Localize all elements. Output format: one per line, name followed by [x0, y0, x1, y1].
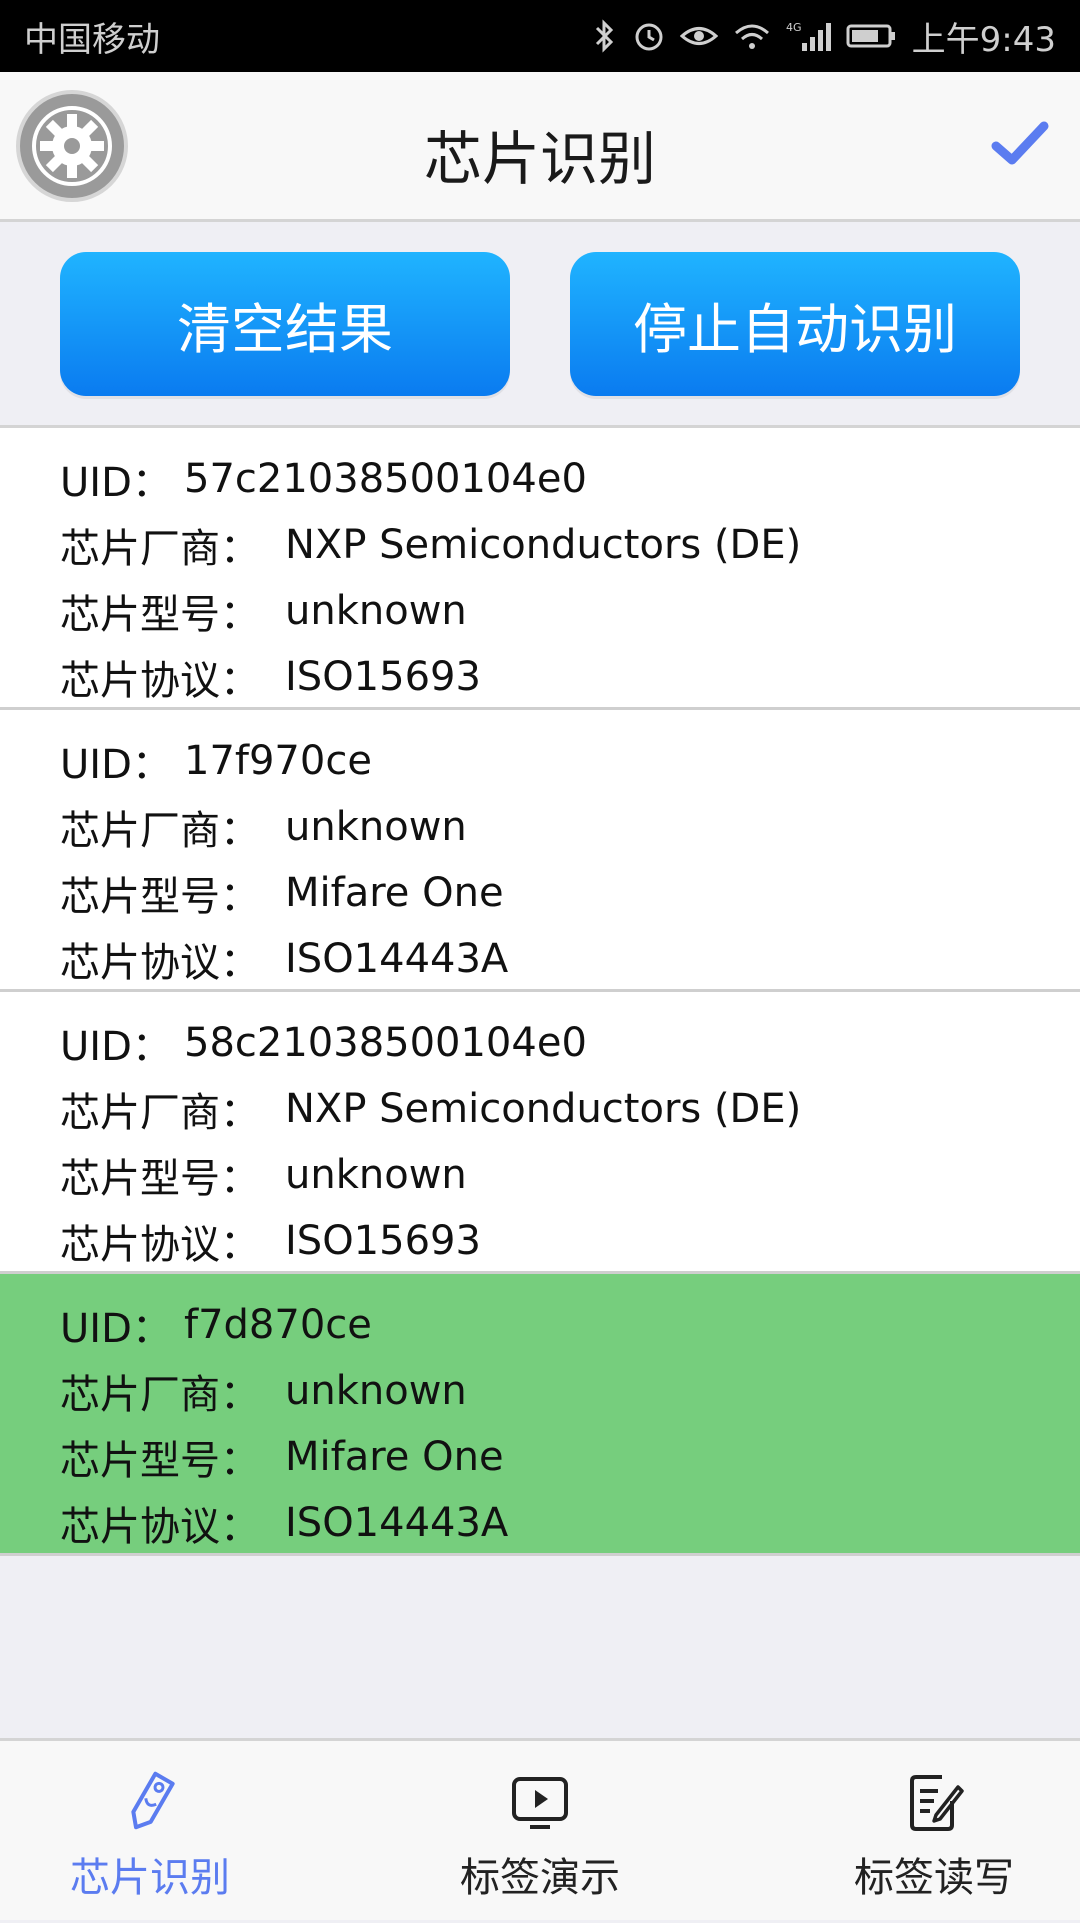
vendor-value: unknown: [285, 1368, 467, 1414]
svg-text:4G: 4G: [786, 21, 802, 34]
uid-label: UID：: [60, 1306, 172, 1352]
clear-results-button[interactable]: 清空结果: [60, 252, 510, 396]
list-item[interactable]: UID： 17f970ce 芯片厂商： unknown 芯片型号： Mifare On…: [0, 710, 1080, 992]
edit-document-icon: [910, 1775, 964, 1831]
uid-label: UID：: [60, 460, 172, 506]
page-title: 芯片识别: [423, 125, 656, 193]
bottom-nav: 芯片识别 标签演示 标签读写: [0, 1738, 1080, 1920]
protocol-label: 芯片协议：: [60, 1222, 260, 1268]
clock-text: 上午9:43: [911, 19, 1056, 60]
carrier-text: 中国移动: [24, 19, 160, 60]
protocol-value: ISO14443A: [285, 1500, 509, 1546]
wifi-icon: [732, 19, 772, 53]
signal-icon: 4G: [786, 19, 832, 53]
eye-icon: [679, 19, 718, 53]
tab-label: 标签读写: [854, 1855, 1014, 1901]
play-screen-icon: [512, 1777, 568, 1829]
battery-icon: [846, 19, 898, 53]
vendor-label: 芯片厂商：: [60, 1090, 260, 1136]
status-icons: 4G 上午9:43: [592, 12, 1056, 61]
model-label: 芯片型号：: [60, 874, 260, 920]
protocol-value: ISO14443A: [285, 936, 509, 982]
vendor-label: 芯片厂商：: [60, 526, 260, 572]
list-item[interactable]: UID： 58c21038500104e0 芯片厂商： NXP Semiconduc…: [0, 992, 1080, 1274]
vendor-value: NXP Semiconductors (DE): [285, 1086, 802, 1132]
uid-value: f7d870ce: [184, 1302, 372, 1348]
alarm-icon: [632, 19, 666, 53]
uid-value: 17f970ce: [184, 738, 372, 784]
bluetooth-icon: [592, 19, 618, 53]
tab-label: 标签演示: [460, 1855, 620, 1901]
vendor-label: 芯片厂商：: [60, 808, 260, 854]
stop-auto-detect-button[interactable]: 停止自动识别: [570, 252, 1020, 396]
model-value: Mifare One: [285, 1434, 504, 1480]
vendor-value: unknown: [285, 804, 467, 850]
vendor-value: NXP Semiconductors (DE): [285, 522, 802, 568]
action-bar: 清空结果 停止自动识别: [0, 222, 1080, 428]
vendor-label: 芯片厂商：: [60, 1372, 260, 1418]
result-list: UID： 57c21038500104e0 芯片厂商： NXP Semiconduc…: [0, 428, 1080, 1556]
app-header: 芯片识别: [0, 72, 1080, 222]
model-label: 芯片型号：: [60, 1438, 260, 1484]
model-label: 芯片型号：: [60, 592, 260, 638]
model-label: 芯片型号：: [60, 1156, 260, 1202]
protocol-value: ISO15693: [285, 654, 481, 700]
tag-icon: [131, 1771, 175, 1830]
protocol-value: ISO15693: [285, 1218, 481, 1264]
uid-label: UID：: [60, 1024, 172, 1070]
protocol-label: 芯片协议：: [60, 658, 260, 704]
list-item-highlighted[interactable]: UID： f7d870ce 芯片厂商： unknown 芯片型号： Mifare On…: [0, 1274, 1080, 1556]
confirm-button[interactable]: [988, 112, 1052, 176]
protocol-label: 芯片协议：: [60, 940, 260, 986]
tab-label: 芯片识别: [70, 1855, 230, 1901]
uid-label: UID：: [60, 742, 172, 788]
model-value: Mifare One: [285, 870, 504, 916]
list-item[interactable]: UID： 57c21038500104e0 芯片厂商： NXP Semiconduc…: [0, 428, 1080, 710]
checkmark-icon: [991, 121, 1049, 165]
uid-value: 57c21038500104e0: [184, 456, 587, 502]
status-bar: 中国移动 4G 上午9:43: [0, 0, 1080, 72]
tab-chip-identify[interactable]: 芯片识别: [0, 1741, 300, 1923]
tab-tag-demo[interactable]: 标签演示: [390, 1741, 690, 1923]
model-value: unknown: [285, 1152, 467, 1198]
uid-value: 58c21038500104e0: [184, 1020, 587, 1066]
protocol-label: 芯片协议：: [60, 1504, 260, 1550]
model-value: unknown: [285, 588, 467, 634]
tab-tag-read-write[interactable]: 标签读写: [784, 1741, 1080, 1923]
